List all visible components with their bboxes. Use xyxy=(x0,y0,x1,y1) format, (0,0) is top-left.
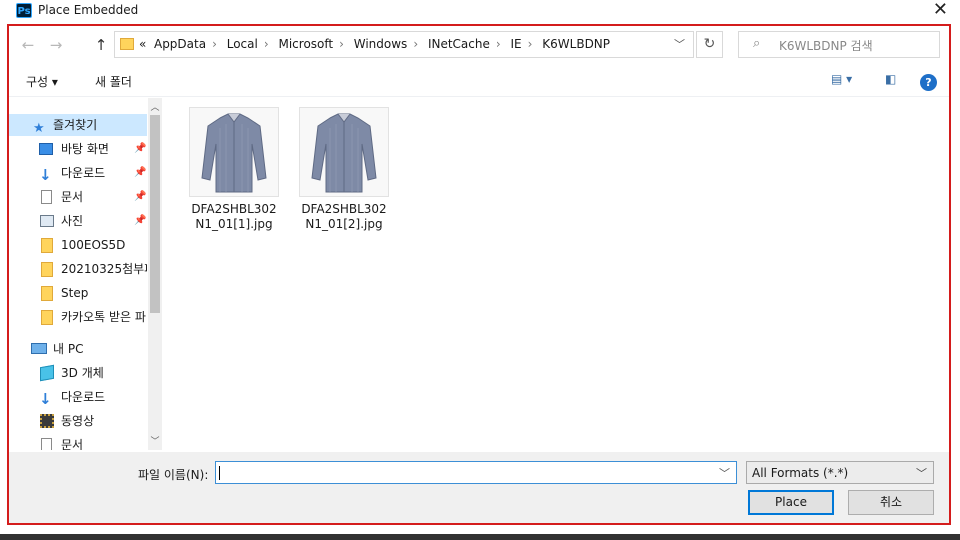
close-icon[interactable]: ✕ xyxy=(933,0,948,20)
title-bar: Ps Place Embedded ✕ xyxy=(0,0,960,22)
photoshop-app-icon: Ps xyxy=(16,3,32,18)
background-app-strip xyxy=(0,534,960,540)
window-title: Place Embedded xyxy=(38,3,139,17)
highlight-frame xyxy=(7,24,951,525)
place-embedded-dialog: Ps Place Embedded ✕ ← → ↑ « AppData › Loc… xyxy=(0,0,960,534)
